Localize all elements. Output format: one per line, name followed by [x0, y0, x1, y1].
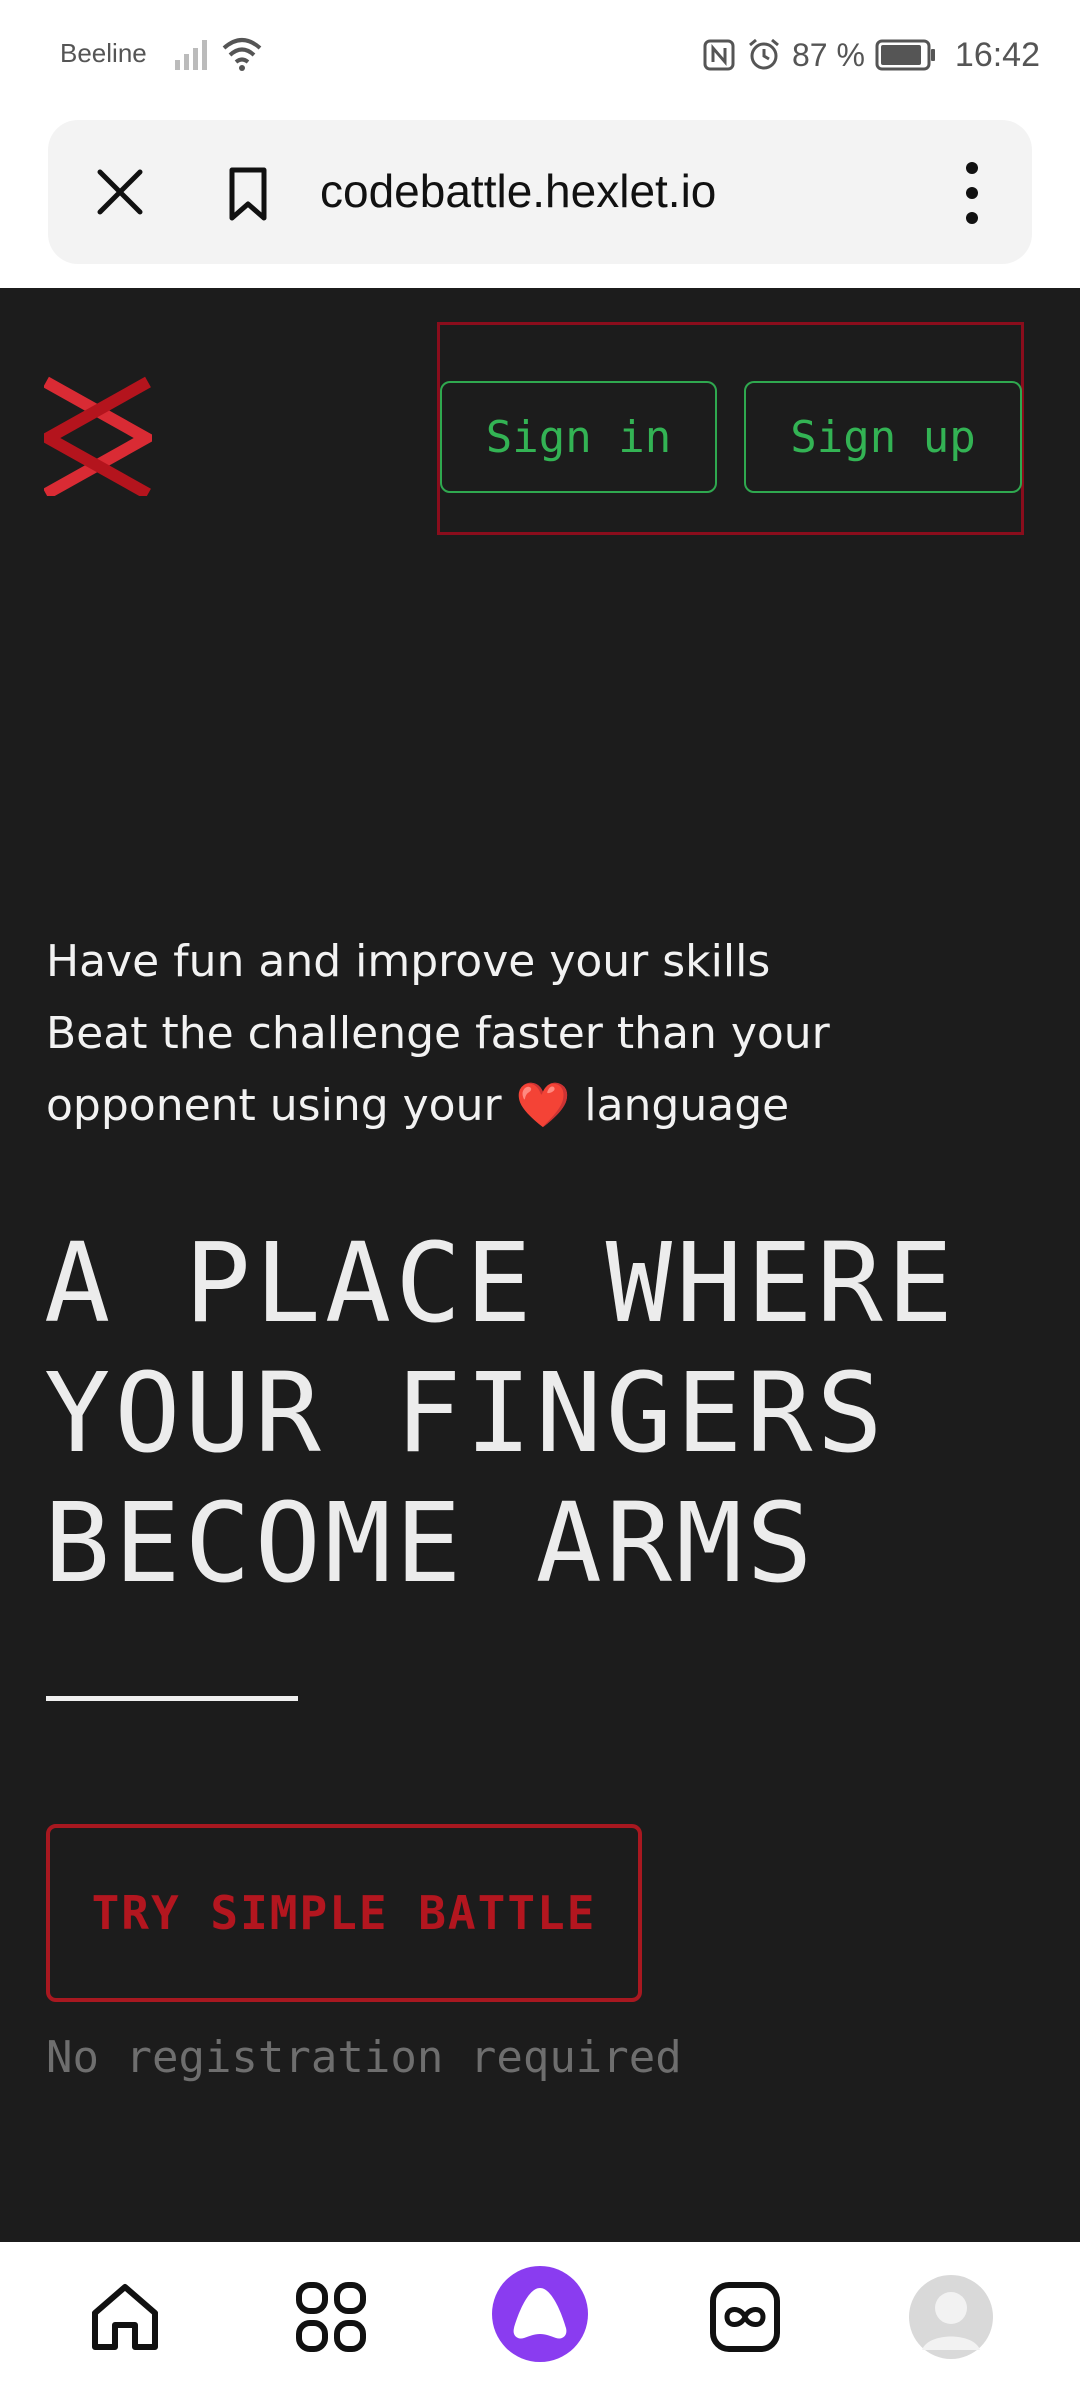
- browser-toolbar: codebattle.hexlet.io: [0, 110, 1080, 288]
- avatar-icon: [909, 2275, 993, 2359]
- close-tab-icon[interactable]: [88, 160, 152, 224]
- home-icon: [92, 2284, 158, 2350]
- services-button[interactable]: [700, 2272, 790, 2362]
- codebattle-logo[interactable]: [44, 376, 152, 496]
- url-text[interactable]: codebattle.hexlet.io: [320, 164, 716, 218]
- tagline-line-1: Have fun and improve your skills: [46, 936, 771, 987]
- carrier-name: Beeline: [60, 38, 147, 68]
- tagline-line-2: Beat the challenge faster than your: [46, 1008, 830, 1059]
- try-simple-battle-button[interactable]: TRY SIMPLE BATTLE: [46, 1824, 642, 2002]
- browser-bottom-nav: [0, 2242, 1080, 2388]
- bookmark-icon[interactable]: [216, 162, 280, 226]
- headline: A PLACE WHERE YOUR FINGERS BECOME ARMS: [44, 1218, 957, 1608]
- alice-assistant-icon: [492, 2266, 588, 2362]
- grid-icon: [296, 2282, 366, 2352]
- address-bar[interactable]: codebattle.hexlet.io: [48, 120, 1032, 264]
- auth-buttons-group: Sign in Sign up: [437, 322, 1024, 535]
- assistant-button[interactable]: [490, 2264, 590, 2364]
- battery-icon: [875, 39, 935, 71]
- status-bar: Beeline 87 % 16:42: [0, 0, 1080, 110]
- battery-percent: 87 %: [791, 36, 865, 73]
- tagline-line-3-start: opponent using your: [46, 1080, 502, 1131]
- nfc-icon: [703, 39, 735, 71]
- wifi-icon: [222, 38, 262, 71]
- signal-icon: [175, 40, 207, 70]
- profile-button[interactable]: [906, 2272, 996, 2362]
- clock: 16:42: [954, 35, 1040, 74]
- infinity-icon: [710, 2282, 780, 2352]
- headline-line-3: BECOME ARMS: [44, 1479, 817, 1607]
- no-registration-note: No registration required: [46, 2032, 682, 2083]
- heart-emoji: ❤️: [515, 1080, 571, 1131]
- alarm-icon: [749, 38, 779, 70]
- headline-divider: [46, 1696, 298, 1701]
- tabs-button[interactable]: [286, 2272, 376, 2362]
- tagline: Have fun and improve your skills Beat th…: [46, 926, 830, 1142]
- sign-up-button[interactable]: Sign up: [744, 381, 1022, 493]
- web-page: Sign in Sign up Have fun and improve you…: [0, 288, 1080, 2242]
- headline-line-2: YOUR FINGERS: [44, 1349, 887, 1477]
- sign-in-button[interactable]: Sign in: [440, 381, 717, 493]
- headline-line-1: A PLACE WHERE: [44, 1219, 957, 1347]
- tagline-line-3-end: language: [584, 1080, 790, 1131]
- home-button[interactable]: [80, 2272, 170, 2362]
- more-options-icon[interactable]: [952, 158, 992, 228]
- tagline-line-3: opponent using your ❤️ language: [46, 1070, 830, 1142]
